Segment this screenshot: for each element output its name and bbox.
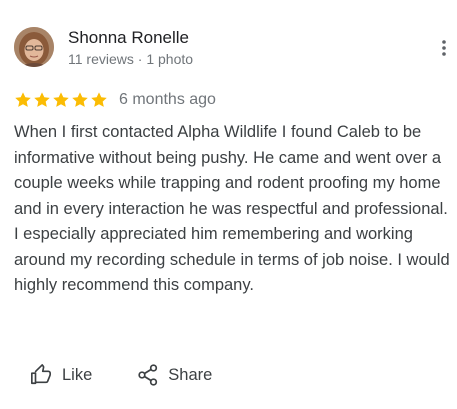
star-icon: [72, 92, 88, 107]
star-icon: [34, 92, 50, 107]
more-vert-icon: [442, 40, 446, 56]
review-actions: Like Share: [30, 362, 212, 388]
star-rating: [14, 91, 109, 109]
rating-row: 6 months ago: [14, 90, 216, 110]
star-icon: [15, 92, 31, 107]
share-icon: [138, 364, 158, 386]
star-icon: [53, 92, 69, 107]
author-name[interactable]: Shonna Ronelle: [68, 28, 189, 48]
like-button[interactable]: Like: [30, 364, 92, 386]
thumbs-up-icon: [31, 364, 51, 385]
more-options-button[interactable]: [432, 36, 456, 60]
share-button[interactable]: Share: [138, 364, 212, 386]
review-card: Shonna Ronelle 11 reviews · 1 photo 6 mo…: [0, 0, 457, 409]
avatar[interactable]: [14, 27, 54, 67]
like-label: Like: [62, 365, 93, 384]
author-meta: 11 reviews · 1 photo: [68, 51, 194, 67]
review-text: When I first contacted Alpha Wildlife I …: [14, 123, 450, 294]
share-label: Share: [168, 365, 213, 384]
star-icon: [91, 92, 107, 107]
review-date: 6 months ago: [119, 91, 216, 108]
